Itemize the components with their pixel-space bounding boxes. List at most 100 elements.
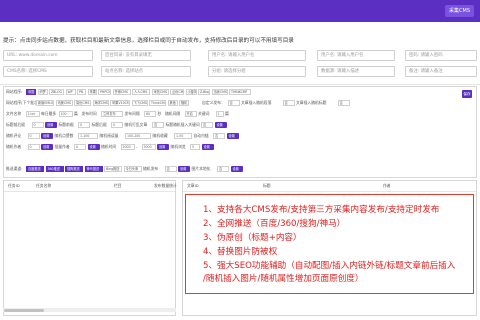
tip-text: 提示：点击同步站点数据，获取栏目和最新文章信息，选择栏目或同于自动发布，支持修改… <box>3 38 294 44</box>
url-field[interactable]: URL: www.domain.com <box>3 50 93 61</box>
author-setting-item-5[interactable]: 设置 <box>87 144 100 150</box>
author-setting-item-0: 随机作者 <box>6 144 22 149</box>
cms-tab-item-3[interactable]: WP <box>65 89 76 95</box>
push-setting-item-2[interactable]: 搜狗推送 <box>65 166 83 172</box>
push-setting-item-11[interactable]: 设置 <box>230 166 243 172</box>
username-field-2[interactable]: 用户名: 请输入用户名 <box>317 50 395 61</box>
publish-setting-item-1[interactable]: 1.txt <box>25 111 40 117</box>
horizontal-scrollbar[interactable] <box>3 308 176 312</box>
publish-setting-item-11[interactable]: 开启 <box>184 111 197 117</box>
author-setting-item-12[interactable]: 5 <box>190 144 200 150</box>
site-name-field[interactable]: 站点名称: 选择站点 <box>101 66 191 77</box>
engage-setting-item-1[interactable]: 0 <box>27 133 40 139</box>
push-setting-item-4[interactable]: Bing推送 <box>104 166 122 172</box>
header-divider <box>4 191 175 192</box>
author-setting-item-11: 随机浏览 <box>170 144 186 149</box>
cms-tab-item-14[interactable]: THINKCMF <box>229 89 251 95</box>
push-setting-item-1[interactable]: 360推送 <box>45 166 64 172</box>
title-setting-item-4[interactable]: 0 <box>78 122 90 128</box>
push-setting-item-0[interactable]: 百度推送 <box>26 166 44 172</box>
publish-setting-item-13[interactable]: 1 <box>215 111 224 117</box>
push-setting-item-7[interactable]: 否 <box>164 166 177 172</box>
cms-tab-2-item-6[interactable]: ThinkCMF <box>149 100 166 106</box>
cms-label: 网站程序: <box>6 89 23 94</box>
top-bar: 采集CMS <box>0 0 480 22</box>
cms-name-field[interactable]: CMS名称: 选择CMS <box>3 66 93 77</box>
feature-1: 1、支持各大CMS发布/支持第三方采集内容发布/支持定时发布 <box>203 205 440 215</box>
title-setting-item-10[interactable]: 否 <box>201 122 213 128</box>
cms-tab-2-item-4[interactable]: 苹果V10CMS <box>110 100 130 106</box>
cms-tab-2-item-2[interactable]: 易优CMS <box>74 100 91 106</box>
header-action-button[interactable]: 采集CMS <box>445 5 474 17</box>
engage-setting-item-3: 随机点赞数 <box>54 133 74 138</box>
feature-3: 3、伪原创（标题+内容） <box>203 233 302 243</box>
push-setting-item-3[interactable]: 神马推送 <box>84 166 103 172</box>
username-field[interactable]: 用户名: 请输入用户名 <box>208 50 306 61</box>
cms-tab-item-0[interactable]: 帝国 <box>26 89 36 95</box>
feature-4: 4、替换图片防被权 <box>203 247 278 257</box>
author-setting-item-7[interactable]: 2000 <box>120 144 135 150</box>
publish-setting-item-8[interactable]: 60 <box>144 111 156 117</box>
col-header-task-name: 任务名称 <box>36 183 52 188</box>
cms-tab-2-item-5[interactable]: 飞飞CMS <box>131 100 148 106</box>
push-setting-item-10[interactable]: 否 <box>217 166 229 172</box>
cms-tab-2-item-8[interactable]: 随机 <box>179 100 189 106</box>
cms-tab-2-item-3[interactable]: 海洋CMS <box>92 100 109 106</box>
author-setting-item-2[interactable]: 设置 <box>41 144 53 150</box>
cms-tab-item-4[interactable]: PB <box>77 89 86 95</box>
cms-option-item-2: 文章插入随机段落 <box>241 100 272 105</box>
cms-tab-item-9[interactable]: 米拓CMS <box>151 89 169 95</box>
author-setting-item-10[interactable]: 设置 <box>157 144 169 150</box>
scrollbar-thumb[interactable] <box>4 308 44 312</box>
cms-tab-item-11[interactable]: 小旋风 <box>185 89 197 95</box>
cms-tab-item-1[interactable]: 织梦 <box>37 89 48 95</box>
title-setting-item-11[interactable]: 设置 <box>214 122 227 128</box>
engage-setting-item-6[interactable]: 100-200 <box>125 133 151 139</box>
publish-setting-item-7: 发布间隔 <box>124 111 140 116</box>
engage-setting-item-11[interactable]: 设置 <box>226 133 239 139</box>
push-setting-item-8[interactable]: 设置 <box>178 166 190 172</box>
title-setting-item-1[interactable]: 0 <box>31 122 44 128</box>
cms-tab-item-7[interactable]: 齐博CMS <box>112 89 131 95</box>
note-field[interactable]: 备注: 请输入备注 <box>405 66 477 77</box>
publish-setting-item-3[interactable]: 100 <box>58 111 73 117</box>
cms-tab-2-item-1[interactable]: 讯美CMS <box>55 100 73 106</box>
cms-tab-item-6[interactable]: PHPCMS <box>98 89 111 95</box>
title-setting-item-8[interactable]: 否 <box>152 122 164 128</box>
engage-setting-item-4[interactable]: 1-100 <box>78 133 98 139</box>
cms-tab-2-item-7[interactable]: 其他 <box>167 100 178 106</box>
feature-5-cont: /随机插入图片/随机属性增加页面原创度） <box>203 274 364 284</box>
push-setting-item-9: 图片本地化 <box>191 166 211 171</box>
admin-dir-field[interactable]: 后台目录: 没有目录填无 <box>101 50 191 61</box>
source-field[interactable]: 数据源: 请输入描述 <box>317 66 395 77</box>
author-setting-item-13[interactable]: 设置 <box>201 144 214 150</box>
engage-setting-item-8[interactable]: 1-50 <box>174 133 192 139</box>
cms-tab-item-2[interactable]: ZBLOG <box>49 89 64 95</box>
cms-tab-2-item-0[interactable]: 新版EMLOG <box>36 100 54 106</box>
title-setting-item-6[interactable]: 0 <box>111 122 123 128</box>
cms-tab-item-12[interactable]: Z-Blog <box>198 89 210 95</box>
group-field[interactable]: 分组: 请选择分组 <box>208 66 306 77</box>
author-setting-item-1[interactable]: 0 <box>27 144 40 150</box>
author-setting-item-4[interactable]: 0 <box>74 144 86 150</box>
title-setting-item-2[interactable]: 设置 <box>45 122 57 128</box>
engage-setting-item-5: 随机阅读量 <box>99 133 119 138</box>
save-button[interactable]: 保存 <box>462 90 472 98</box>
author-setting-item-3: 批量作者 <box>54 144 70 149</box>
cms-tab-item-10[interactable]: 云优CMS <box>170 89 184 95</box>
cms-option-item-1[interactable]: 否 <box>227 100 240 106</box>
engage-setting-item-10[interactable]: 否 <box>213 133 225 139</box>
publish-setting-item-14: 篇 <box>225 111 229 116</box>
cms-tab-item-8[interactable]: 人人CMS <box>132 89 150 95</box>
push-setting-item-5[interactable]: 今日头条 <box>123 166 142 172</box>
publish-setting-item-6[interactable]: 立即发布 <box>101 111 123 117</box>
password-field[interactable]: 密码: 请输入密码 <box>405 50 477 61</box>
cms-tab-item-5[interactable]: 苹果 <box>87 89 97 95</box>
author-setting-item-9[interactable]: 3000 <box>141 144 156 150</box>
feature-5: 5、强大SEO功能辅助（自动配图/插入内链外链/标题文章前后插入 <box>203 261 456 271</box>
cms-tab-item-13[interactable]: 迅睿CMS <box>211 89 228 95</box>
settings-panel: 保存 网站程序: 帝国织梦ZBLOGWPPB苹果PHPCMS齐博CMS人人CMS… <box>3 86 477 178</box>
cms-option-item-3[interactable]: 否 <box>282 100 295 106</box>
cms-option-item-5[interactable]: 否 <box>337 100 350 106</box>
engage-setting-item-2[interactable]: 设置 <box>41 133 53 139</box>
